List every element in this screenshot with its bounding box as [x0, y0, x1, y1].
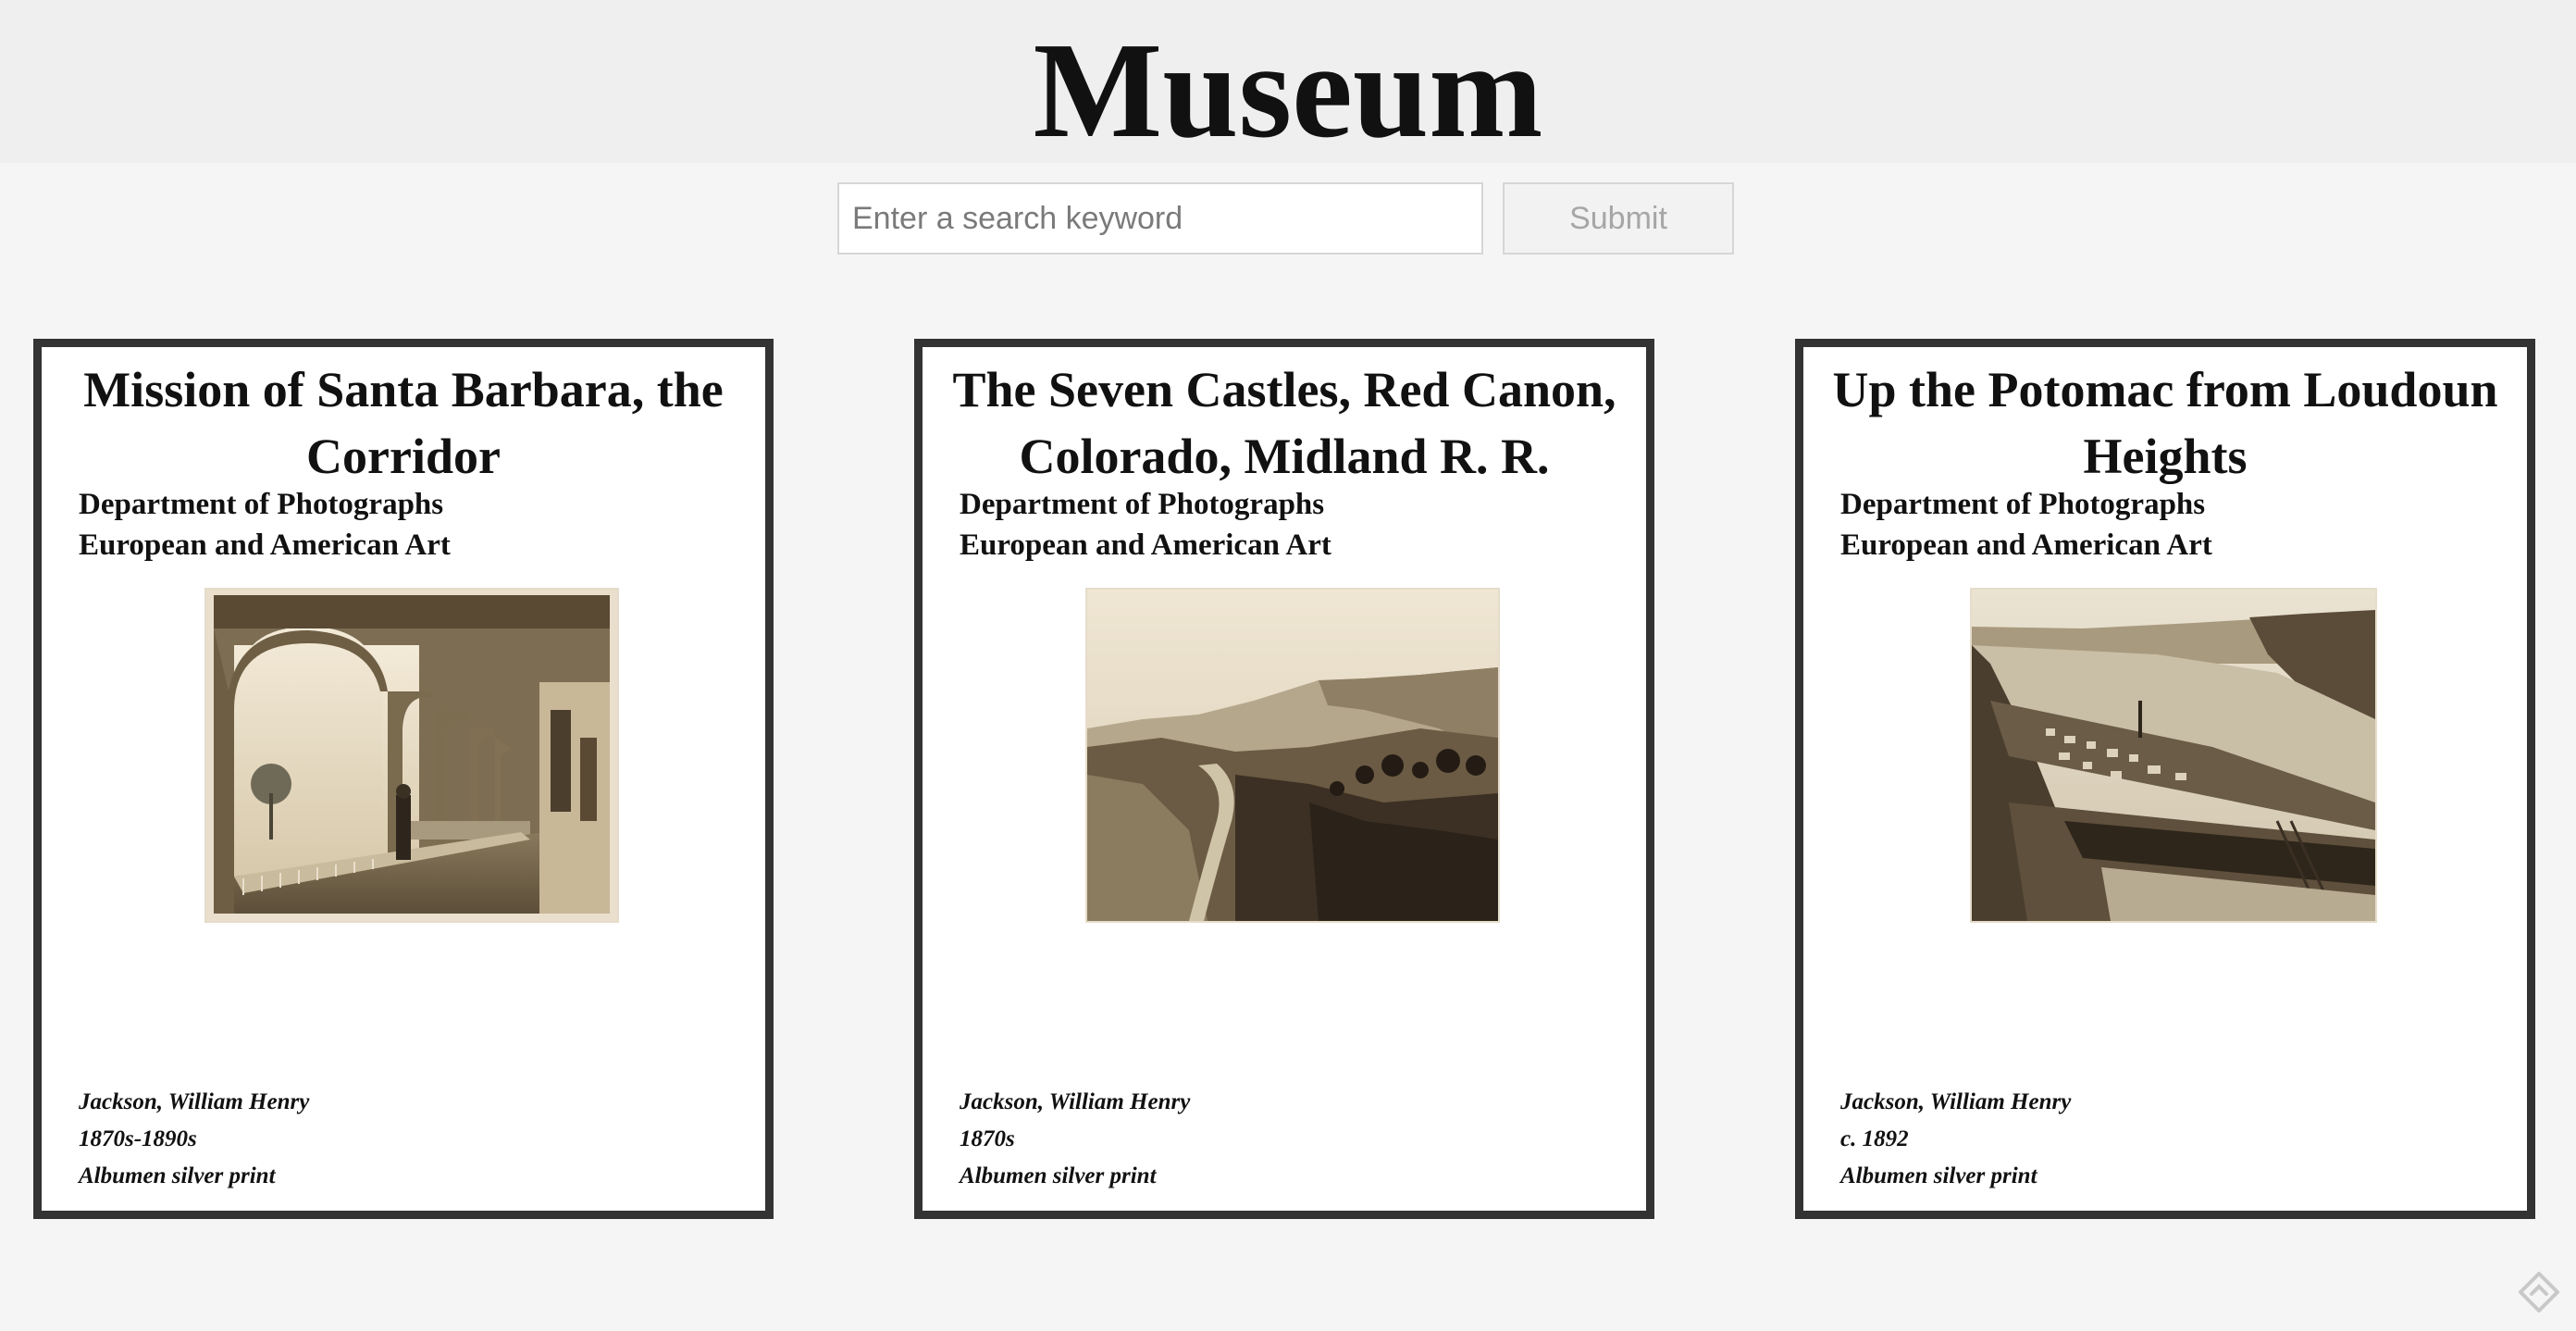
- artwork-medium: Albumen silver print: [1840, 1163, 2037, 1188]
- card-meta: Jackson, William Henry 1870s-1890s Album…: [79, 1084, 309, 1195]
- department-line: Department of Photographs: [79, 488, 444, 521]
- card-meta: Jackson, William Henry 1870s Albumen sil…: [960, 1084, 1190, 1195]
- department-line: European and American Art: [79, 529, 451, 562]
- card-title: The Seven Castles, Red Canon, Colorado, …: [952, 362, 1616, 484]
- artwork-image[interactable]: [1970, 588, 2377, 923]
- card-meta: Jackson, William Henry c. 1892 Albumen s…: [1840, 1084, 2071, 1195]
- artwork-card[interactable]: Mission of Santa Barbara, the Corridor D…: [33, 339, 774, 1219]
- artwork-date: 1870s-1890s: [79, 1126, 197, 1151]
- artwork-medium: Albumen silver print: [79, 1163, 276, 1188]
- department-line: European and American Art: [1840, 529, 2212, 562]
- river-town-photo-icon: [1972, 590, 2375, 921]
- artwork-date: c. 1892: [1840, 1126, 1909, 1151]
- artwork-card[interactable]: Up the Potomac from Loudoun Heights Depa…: [1795, 339, 2535, 1219]
- card-department: Department of Photographs European and A…: [960, 484, 1331, 566]
- card-title: Up the Potomac from Loudoun Heights: [1832, 362, 2498, 484]
- artwork-image[interactable]: [204, 588, 619, 923]
- artist-name: Jackson, William Henry: [79, 1089, 310, 1114]
- artist-name: Jackson, William Henry: [960, 1089, 1191, 1114]
- artwork-card[interactable]: The Seven Castles, Red Canon, Colorado, …: [914, 339, 1654, 1219]
- arched-corridor-photo-icon: [214, 595, 610, 914]
- artwork-medium: Albumen silver print: [960, 1163, 1157, 1188]
- department-line: European and American Art: [960, 529, 1331, 562]
- card-department: Department of Photographs European and A…: [79, 484, 451, 566]
- card-title: Mission of Santa Barbara, the Corridor: [83, 362, 724, 484]
- canyon-landscape-photo-icon: [1087, 590, 1498, 921]
- search-input[interactable]: [837, 182, 1483, 255]
- department-line: Department of Photographs: [960, 488, 1325, 521]
- corner-logo-icon: [2519, 1272, 2559, 1312]
- artwork-image[interactable]: [1085, 588, 1500, 923]
- department-line: Department of Photographs: [1840, 488, 2206, 521]
- card-department: Department of Photographs European and A…: [1840, 484, 2212, 566]
- artist-name: Jackson, William Henry: [1840, 1089, 2072, 1114]
- artwork-date: 1870s: [960, 1126, 1015, 1151]
- page-title: Museum: [1033, 15, 1543, 167]
- submit-button[interactable]: Submit: [1503, 182, 1734, 255]
